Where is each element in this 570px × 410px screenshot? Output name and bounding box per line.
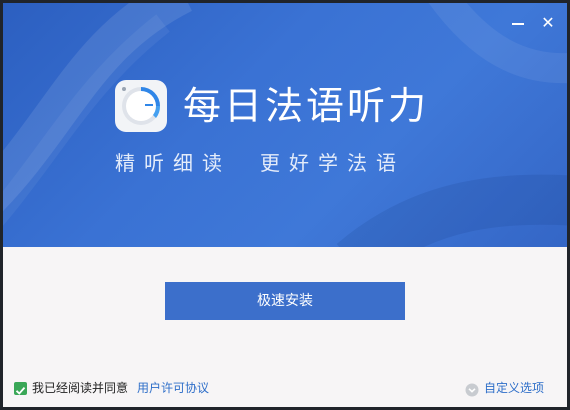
agree-label: 我已经阅读并同意 [32,381,129,395]
app-title: 每日法语听力 [183,84,430,128]
app-logo-icon [115,80,167,132]
quick-install-button[interactable]: 极速安装 [165,282,405,320]
chevron-down-icon[interactable] [465,382,479,397]
license-agreement-link[interactable]: 用户许可协议 [137,380,209,397]
close-icon: ✕ [541,13,555,32]
installer-window: ✕ 每日法语听力 精听细读 更好学法语 极速安装 我已经阅读并同意 用户许可协议 [3,3,567,407]
hero-banner: ✕ 每日法语听力 精听细读 更好学法语 [3,3,567,247]
close-button[interactable]: ✕ [538,13,558,33]
agree-checkbox[interactable] [14,382,27,395]
minimize-icon [512,23,524,25]
app-slogan: 精听细读 更好学法语 [115,151,405,175]
checkmark-icon [15,387,26,395]
minimize-button[interactable] [508,13,528,33]
custom-options-link[interactable]: 自定义选项 [484,380,544,397]
